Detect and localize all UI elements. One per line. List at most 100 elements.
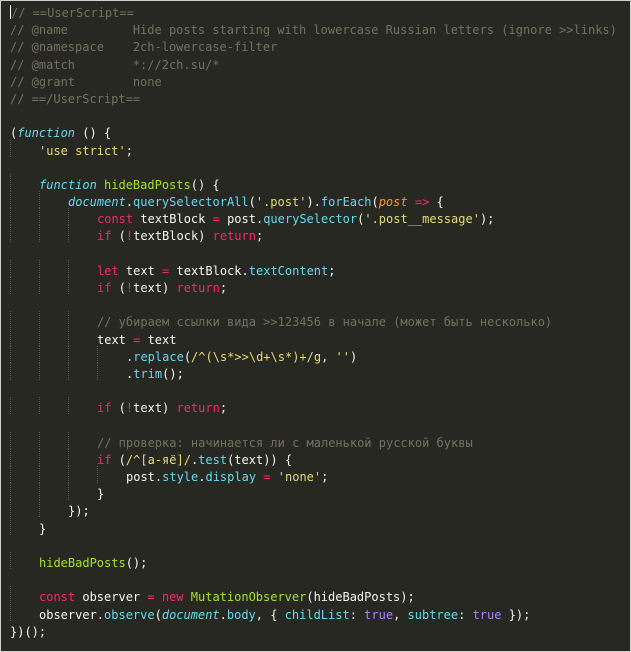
code-line: const textBlock = post.querySelector('.p… — [10, 208, 630, 228]
indent-guide — [39, 277, 68, 294]
code-token: // проверка: начинается ли с маленькой р… — [97, 435, 473, 450]
code-token: })(); — [10, 624, 47, 639]
code-token: ; — [321, 470, 329, 485]
code-line: // @grant none — [10, 74, 630, 91]
indent-guide — [68, 311, 97, 329]
code-token: body — [226, 607, 256, 622]
code-token: if — [97, 401, 112, 416]
code-line: // проверка: начинается ли с маленькой р… — [10, 431, 630, 452]
code-line: })(); — [10, 624, 630, 641]
code-token: if — [97, 229, 112, 244]
indent-guide — [10, 173, 39, 191]
code-token: true — [472, 607, 502, 622]
indent-guide — [10, 586, 39, 604]
indent-guide — [97, 362, 126, 380]
indent-guide — [10, 311, 39, 329]
indent-guide — [10, 500, 39, 518]
indent-guide — [10, 517, 39, 535]
code-token: ( — [111, 229, 126, 244]
code-token: }); — [68, 504, 90, 519]
code-line: // ==UserScript== — [10, 5, 630, 22]
code-token: ; — [125, 143, 133, 158]
code-token: ; — [328, 263, 336, 278]
code-token: textBlock) — [133, 229, 213, 244]
code-token: hideBadPosts — [39, 556, 126, 570]
indent-guide — [68, 208, 97, 226]
code-token: document — [68, 195, 126, 210]
code-token: }); — [501, 607, 531, 622]
indent-guide — [10, 139, 39, 157]
code-token: // @namespace 2ch-lowercase-filter — [10, 40, 278, 55]
indent-guide — [10, 552, 39, 569]
code-token: replace — [133, 349, 184, 364]
code-line: let text = textBlock.textContent; — [10, 259, 630, 280]
indent-guide — [39, 431, 68, 449]
code-token: (hideBadPosts); — [306, 590, 415, 605]
code-token: return — [212, 229, 256, 244]
indent-guide — [10, 483, 39, 501]
code-editor[interactable]: // ==UserScript== // @name Hide posts sta… — [0, 0, 631, 652]
code-token: ( — [183, 349, 192, 364]
code-token: text) — [133, 281, 177, 295]
code-token: textBlock. — [169, 263, 249, 278]
code-token: post. — [126, 470, 163, 485]
code-line: .trim(); — [10, 362, 630, 383]
code-token: trim — [133, 366, 163, 381]
code-token: // @name Hide posts starting with lowerc… — [10, 23, 617, 38]
code-token: display — [205, 470, 257, 485]
indent-guide — [39, 208, 68, 226]
code-line: // убираем ссылки вида >>123456 в начале… — [10, 311, 630, 331]
code-token: 'use strict' — [39, 143, 126, 158]
code-token: childList — [284, 607, 350, 622]
code-token: /^(\s*>>\d+\s*)+/g — [191, 349, 322, 364]
indent-guide — [68, 328, 97, 346]
indent-guide — [39, 397, 68, 415]
code-token: ( — [248, 195, 256, 210]
code-token: , — [321, 349, 336, 364]
code-token: (); — [125, 556, 148, 570]
code-token: style — [162, 470, 199, 485]
indent-guide — [97, 345, 126, 363]
indent-guide — [10, 259, 39, 277]
code-token: = — [212, 212, 220, 227]
code-token: hideBadPosts — [104, 177, 191, 192]
code-token: const — [97, 212, 134, 227]
indent-guide — [39, 328, 68, 346]
indent-guide — [68, 362, 97, 380]
code-token: (text)) { — [227, 452, 293, 467]
code-token: observer — [75, 590, 148, 605]
indent-guide — [39, 500, 68, 518]
code-token: ( — [111, 401, 126, 416]
code-token: = — [263, 470, 271, 485]
indent-guide — [10, 225, 39, 243]
indent-guide — [68, 466, 97, 484]
indent-guide — [68, 483, 97, 501]
code-line: if (!text) return; — [10, 397, 630, 417]
indent-guide — [39, 466, 68, 484]
indent-guide — [10, 328, 39, 346]
code-token: ; — [219, 281, 228, 295]
code-token: ) — [350, 349, 358, 364]
code-line: // @namespace 2ch-lowercase-filter — [10, 39, 630, 56]
indent-guide — [68, 448, 97, 466]
indent-guide — [68, 277, 97, 294]
indent-guide — [10, 191, 39, 209]
code-token: ); — [479, 212, 495, 227]
code-line: .replace(/^(\s*>>\d+\s*)+/g, '') — [10, 345, 630, 366]
code-token: MutationObserver — [190, 590, 307, 605]
code-line: } — [10, 517, 630, 538]
code-area[interactable]: // ==UserScript== // @name Hide posts sta… — [10, 5, 630, 641]
code-token: . — [219, 607, 227, 622]
code-token: ; — [219, 401, 228, 416]
code-token: // ==UserScript== — [11, 6, 134, 20]
code-token: test — [198, 452, 228, 467]
code-token: ( — [371, 195, 379, 210]
